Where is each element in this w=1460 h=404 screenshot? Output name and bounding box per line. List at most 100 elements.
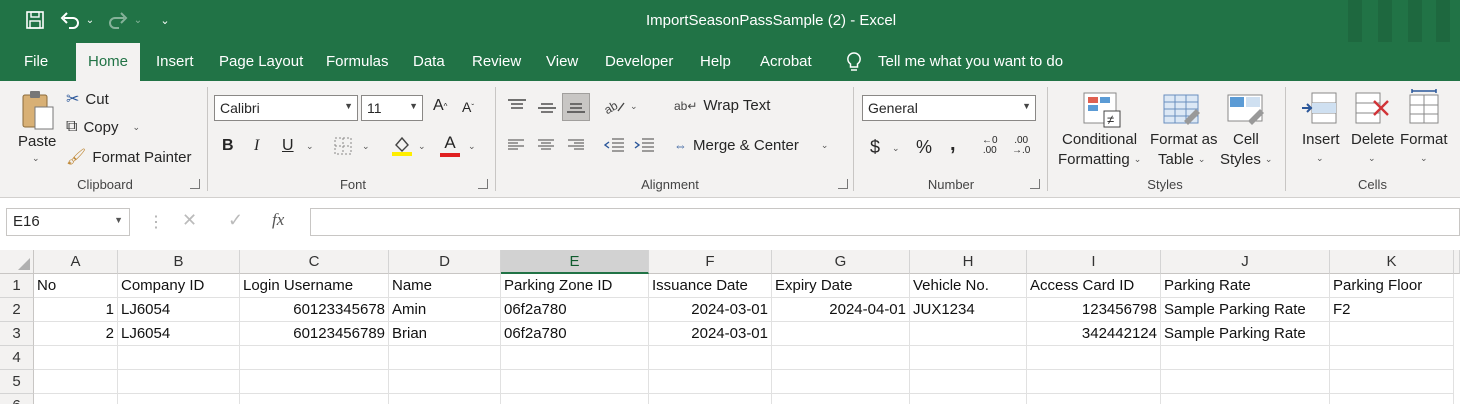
formula-input[interactable] bbox=[310, 208, 1460, 236]
cell-g6[interactable] bbox=[772, 394, 910, 404]
format-cells-icon[interactable] bbox=[1406, 89, 1442, 125]
cell-e1[interactable]: Parking Zone ID bbox=[501, 274, 649, 298]
clipboard-dialog-launcher-icon[interactable] bbox=[190, 179, 200, 189]
cell-i4[interactable] bbox=[1027, 346, 1161, 370]
cell-g4[interactable] bbox=[772, 346, 910, 370]
font-size-select[interactable]: 11 ▼ bbox=[361, 95, 423, 121]
paste-button[interactable]: Paste bbox=[18, 133, 56, 150]
cell-k1[interactable]: Parking Floor bbox=[1330, 274, 1454, 298]
align-center-icon[interactable] bbox=[538, 139, 554, 151]
cell-e6[interactable] bbox=[501, 394, 649, 404]
tab-page-layout[interactable]: Page Layout bbox=[207, 42, 315, 81]
cell-k4[interactable] bbox=[1330, 346, 1454, 370]
tell-me-search[interactable]: Tell me what you want to do bbox=[878, 42, 1063, 81]
cell-a3[interactable]: 2 bbox=[34, 322, 118, 346]
tab-review[interactable]: Review bbox=[460, 42, 533, 81]
cell-i3[interactable]: 342442124 bbox=[1027, 322, 1161, 346]
number-format-select[interactable]: General ▼ bbox=[862, 95, 1036, 121]
fill-color-dropdown-icon[interactable]: ⌄ bbox=[418, 141, 426, 152]
tab-data[interactable]: Data bbox=[401, 42, 457, 81]
column-header-b[interactable]: B bbox=[118, 250, 240, 274]
column-header-h[interactable]: H bbox=[910, 250, 1027, 274]
shrink-font-button[interactable]: Aˇ bbox=[462, 99, 474, 115]
font-family-select[interactable]: Calibri ▼ bbox=[214, 95, 358, 121]
conditional-formatting-icon[interactable]: ≠ bbox=[1082, 91, 1122, 129]
cell-f1[interactable]: Issuance Date bbox=[649, 274, 772, 298]
cell-a1[interactable]: No bbox=[34, 274, 118, 298]
cell-h3[interactable] bbox=[910, 322, 1027, 346]
row-header-1[interactable]: 1 bbox=[0, 274, 34, 298]
underline-button[interactable]: U bbox=[282, 137, 294, 155]
cell-g3[interactable] bbox=[772, 322, 910, 346]
copy-dropdown-icon[interactable]: ⌄ bbox=[132, 122, 140, 133]
cell-j4[interactable] bbox=[1161, 346, 1330, 370]
cell-f2[interactable]: 2024-03-01 bbox=[649, 298, 772, 322]
column-header-i[interactable]: I bbox=[1027, 250, 1161, 274]
tab-file[interactable]: File bbox=[12, 42, 60, 81]
cell-styles-label-2[interactable]: Styles ⌄ bbox=[1220, 151, 1272, 168]
insert-cells-button[interactable]: Insert bbox=[1302, 131, 1340, 148]
cell-g1[interactable]: Expiry Date bbox=[772, 274, 910, 298]
delete-cells-icon[interactable] bbox=[1354, 91, 1392, 127]
cell-d6[interactable] bbox=[389, 394, 501, 404]
format-painter-button[interactable]: 🖌 Format Painter bbox=[66, 147, 192, 167]
merge-center-button[interactable]: ⇔ Merge & Center ⌄ bbox=[674, 137, 828, 154]
font-dialog-launcher-icon[interactable] bbox=[478, 179, 488, 189]
cancel-icon[interactable]: ✕ bbox=[182, 210, 197, 231]
cell-b3[interactable]: LJ6054 bbox=[118, 322, 240, 346]
cell-a6[interactable] bbox=[34, 394, 118, 404]
cell-c3[interactable]: 60123456789 bbox=[240, 322, 389, 346]
row-header-4[interactable]: 4 bbox=[0, 346, 34, 370]
delete-cells-button[interactable]: Delete bbox=[1351, 131, 1394, 148]
tab-help[interactable]: Help bbox=[688, 42, 743, 81]
cell-b5[interactable] bbox=[118, 370, 240, 394]
cell-d2[interactable]: Amin bbox=[389, 298, 501, 322]
format-cells-button[interactable]: Format bbox=[1400, 131, 1448, 148]
cell-a5[interactable] bbox=[34, 370, 118, 394]
tab-developer[interactable]: Developer bbox=[593, 42, 685, 81]
cell-c4[interactable] bbox=[240, 346, 389, 370]
cell-styles-icon[interactable] bbox=[1226, 91, 1266, 129]
align-middle-icon[interactable] bbox=[538, 101, 556, 115]
percent-button[interactable]: % bbox=[916, 137, 932, 158]
align-left-icon[interactable] bbox=[508, 139, 524, 151]
lightbulb-icon[interactable] bbox=[845, 42, 863, 81]
currency-dropdown-icon[interactable]: ⌄ bbox=[892, 143, 900, 154]
borders-icon[interactable] bbox=[334, 137, 352, 155]
cell-d5[interactable] bbox=[389, 370, 501, 394]
tab-insert[interactable]: Insert bbox=[144, 42, 206, 81]
cell-g5[interactable] bbox=[772, 370, 910, 394]
comma-style-button[interactable]: , bbox=[950, 133, 956, 156]
cell-i1[interactable]: Access Card ID bbox=[1027, 274, 1161, 298]
cell-c5[interactable] bbox=[240, 370, 389, 394]
name-box[interactable]: E16 ▼ bbox=[6, 208, 130, 236]
cell-j3[interactable]: Sample Parking Rate bbox=[1161, 322, 1330, 346]
cut-button[interactable]: ✂ Cut bbox=[66, 89, 109, 109]
tab-formulas[interactable]: Formulas bbox=[314, 42, 401, 81]
cell-b4[interactable] bbox=[118, 346, 240, 370]
alignment-dialog-launcher-icon[interactable] bbox=[838, 179, 848, 189]
increase-decimal-button[interactable]: ←0.00 bbox=[982, 136, 998, 156]
cell-h1[interactable]: Vehicle No. bbox=[910, 274, 1027, 298]
column-header-a[interactable]: A bbox=[34, 250, 118, 274]
bold-button[interactable]: B bbox=[222, 137, 234, 155]
conditional-formatting-label[interactable]: Conditional bbox=[1062, 131, 1137, 148]
column-header-g[interactable]: G bbox=[772, 250, 910, 274]
cell-b6[interactable] bbox=[118, 394, 240, 404]
cell-k2[interactable]: F2 bbox=[1330, 298, 1454, 322]
cell-b2[interactable]: LJ6054 bbox=[118, 298, 240, 322]
cell-j5[interactable] bbox=[1161, 370, 1330, 394]
cell-f3[interactable]: 2024-03-01 bbox=[649, 322, 772, 346]
decrease-decimal-button[interactable]: .00 →.0 bbox=[1012, 136, 1030, 156]
row-header-5[interactable]: 5 bbox=[0, 370, 34, 394]
insert-cells-icon[interactable] bbox=[1300, 91, 1338, 127]
tab-acrobat[interactable]: Acrobat bbox=[748, 42, 824, 81]
increase-indent-icon[interactable] bbox=[634, 138, 654, 152]
insert-function-icon[interactable]: fx bbox=[272, 210, 284, 230]
underline-dropdown-icon[interactable]: ⌄ bbox=[306, 141, 314, 152]
insert-dropdown-icon[interactable]: ⌄ bbox=[1316, 153, 1324, 164]
cell-e4[interactable] bbox=[501, 346, 649, 370]
paste-dropdown-icon[interactable]: ⌄ bbox=[32, 153, 40, 164]
cell-a4[interactable] bbox=[34, 346, 118, 370]
cell-h4[interactable] bbox=[910, 346, 1027, 370]
